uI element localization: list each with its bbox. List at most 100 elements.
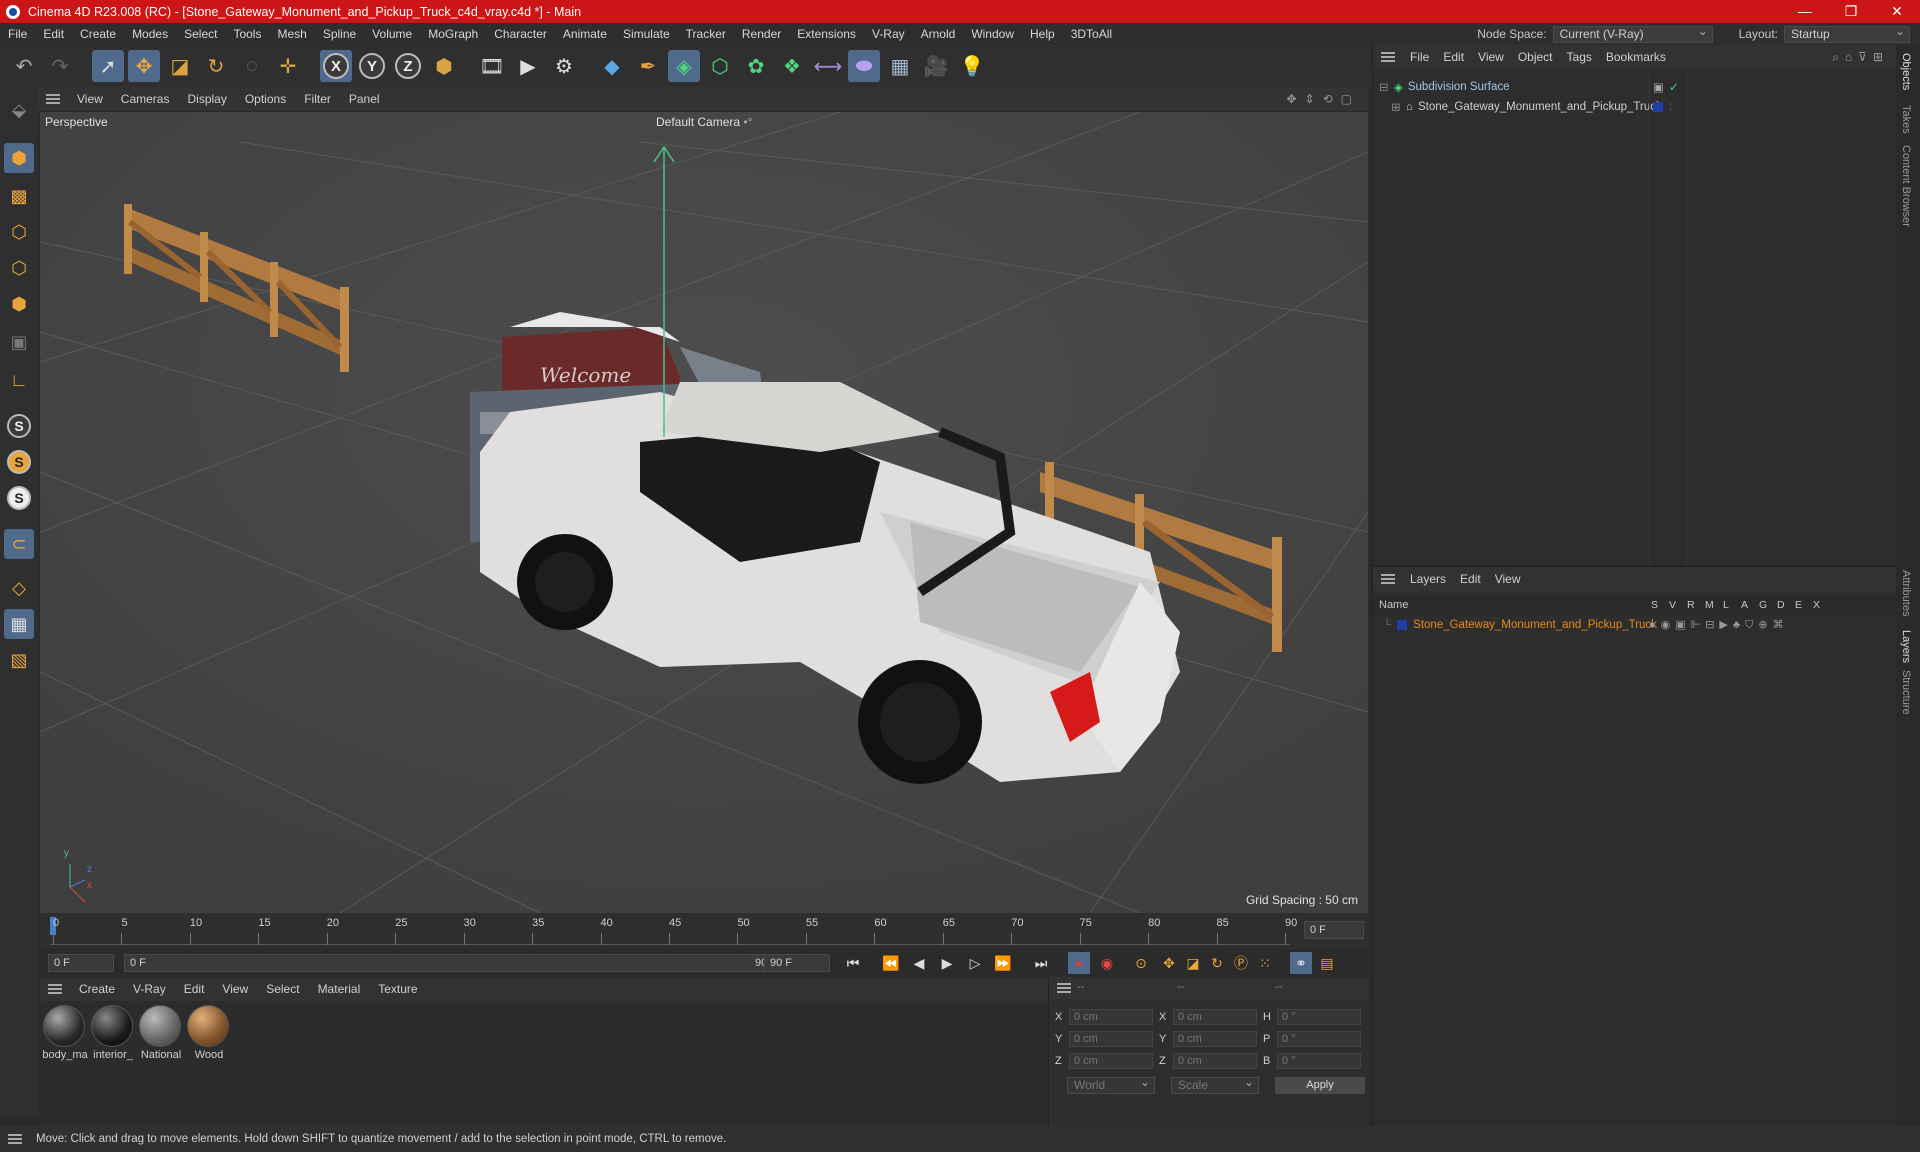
menu-3dtoall[interactable]: 3DToAll bbox=[1063, 27, 1120, 41]
model-mode-icon[interactable]: ⬢ bbox=[4, 143, 34, 173]
layer-toggle-icons[interactable]: ●◉▣⊩⊟▶♣⛉⊕⌘ bbox=[1649, 618, 1789, 632]
tab-layers[interactable]: Layers bbox=[1900, 630, 1912, 663]
menu-help[interactable]: Help bbox=[1022, 27, 1063, 41]
play-icon[interactable]: ▶ bbox=[936, 952, 958, 974]
mograph-icon[interactable]: ❖ bbox=[776, 50, 808, 82]
rotation-p-field[interactable]: 0 ° bbox=[1277, 1031, 1361, 1047]
layer-color-swatch[interactable] bbox=[1397, 620, 1408, 630]
restore-button[interactable]: ❐ bbox=[1828, 3, 1874, 20]
material-menu-edit[interactable]: Edit bbox=[175, 982, 214, 996]
coordinate-system-icon[interactable]: ⬢ bbox=[428, 50, 460, 82]
tab-objects[interactable]: Objects bbox=[1900, 53, 1912, 90]
viewport-menu-icon[interactable] bbox=[46, 94, 60, 104]
viewport-menu-panel[interactable]: Panel bbox=[340, 92, 389, 106]
object-check-icon[interactable]: ✓ bbox=[1669, 80, 1679, 94]
viewport-camera-name[interactable]: Default Camera •° bbox=[656, 115, 752, 129]
object-menu-tags[interactable]: Tags bbox=[1560, 50, 1599, 64]
node-space-dropdown[interactable]: Current (V-Ray) bbox=[1552, 24, 1713, 43]
material-menu-create[interactable]: Create bbox=[70, 982, 124, 996]
transform-tool-icon[interactable]: ✛ bbox=[272, 50, 304, 82]
end-frame-field[interactable]: 90 F bbox=[764, 954, 830, 972]
layer-menu-edit[interactable]: Edit bbox=[1453, 572, 1488, 586]
menu-extensions[interactable]: Extensions bbox=[789, 27, 864, 41]
make-editable-icon[interactable]: ⬙ bbox=[4, 95, 34, 125]
current-frame-field[interactable]: 0 F bbox=[1304, 921, 1364, 939]
uv-mode-icon[interactable]: ▣ bbox=[4, 327, 34, 357]
start-frame-field[interactable]: 0 F bbox=[48, 954, 114, 972]
tab-content-browser[interactable]: Content Browser bbox=[1900, 145, 1912, 227]
size-mode-dropdown[interactable]: Scale bbox=[1171, 1075, 1259, 1094]
workplane-icon[interactable]: ◇ bbox=[4, 573, 34, 603]
key-rotation-icon[interactable]: ↻ bbox=[1206, 952, 1228, 974]
key-pla-icon[interactable]: ⁙ bbox=[1254, 952, 1276, 974]
material-menu-material[interactable]: Material bbox=[309, 982, 370, 996]
object-menu-icon[interactable] bbox=[1381, 52, 1395, 62]
frame-range-slider[interactable]: 0 F 90 F bbox=[124, 954, 784, 972]
menu-create[interactable]: Create bbox=[72, 27, 124, 41]
menu-character[interactable]: Character bbox=[486, 27, 555, 41]
select-tool-icon[interactable]: ➚ bbox=[92, 50, 124, 82]
viewport-menu-display[interactable]: Display bbox=[178, 92, 235, 106]
menu-tools[interactable]: Tools bbox=[225, 27, 269, 41]
render-picture-viewer-icon[interactable]: ▶ bbox=[512, 50, 544, 82]
cube-object-icon[interactable]: ◆ bbox=[596, 50, 628, 82]
deformer-icon[interactable]: ⟷ bbox=[812, 50, 844, 82]
perspective-viewport[interactable]: Welcome Perspective Default Camera •° y … bbox=[40, 112, 1368, 913]
key-parameter-icon[interactable]: Ⓟ bbox=[1230, 952, 1252, 974]
extrude-icon[interactable]: ⬡ bbox=[704, 50, 736, 82]
next-key-icon[interactable]: ⏩ bbox=[992, 952, 1014, 974]
menu-spline[interactable]: Spline bbox=[315, 27, 364, 41]
rotation-b-field[interactable]: 0 ° bbox=[1277, 1053, 1361, 1069]
layer-menu-view[interactable]: View bbox=[1488, 572, 1528, 586]
next-frame-icon[interactable]: ▷ bbox=[964, 952, 986, 974]
z-axis-lock-button[interactable]: Z bbox=[392, 50, 424, 82]
x-axis-lock-button[interactable]: X bbox=[320, 50, 352, 82]
camera-icon[interactable]: 🎥 bbox=[920, 50, 952, 82]
material-menu-view[interactable]: View bbox=[213, 982, 257, 996]
redo-icon[interactable]: ↷ bbox=[44, 50, 76, 82]
menu-arnold[interactable]: Arnold bbox=[913, 27, 964, 41]
menu-volume[interactable]: Volume bbox=[364, 27, 420, 41]
material-swatch[interactable]: Wood bbox=[186, 1005, 230, 1061]
keyframe-selection-icon[interactable]: ⊙ bbox=[1130, 952, 1152, 974]
menu-modes[interactable]: Modes bbox=[124, 27, 176, 41]
object-row-subdivision[interactable]: ⊟ ◈ Subdivision Surface ▣ ✓ bbox=[1373, 77, 1897, 97]
timeline-window-icon[interactable]: ▤ bbox=[1316, 952, 1338, 974]
object-layer-color[interactable] bbox=[1653, 102, 1663, 112]
render-settings-icon[interactable]: ⚙ bbox=[548, 50, 580, 82]
close-button[interactable]: ✕ bbox=[1874, 3, 1920, 20]
material-swatch[interactable]: National bbox=[138, 1005, 182, 1061]
scale-tool-icon[interactable]: ◪ bbox=[164, 50, 196, 82]
record-icon[interactable]: ● bbox=[1068, 952, 1090, 974]
menu-vray[interactable]: V-Ray bbox=[864, 27, 913, 41]
go-to-start-icon[interactable]: ⏮ bbox=[842, 952, 864, 974]
texture-mode-icon[interactable]: ▩ bbox=[4, 181, 34, 211]
object-menu-edit[interactable]: Edit bbox=[1436, 50, 1471, 64]
menu-select[interactable]: Select bbox=[176, 27, 225, 41]
status-menu-icon[interactable] bbox=[8, 1134, 22, 1144]
previous-frame-icon[interactable]: ◀ bbox=[908, 952, 930, 974]
polygon-mode-icon[interactable]: ⬢ bbox=[4, 289, 34, 319]
object-row-truck[interactable]: ⊞ ⌂ Stone_Gateway_Monument_and_Pickup_Tr… bbox=[1373, 97, 1897, 117]
size-y-field[interactable]: 0 cm bbox=[1173, 1031, 1257, 1047]
timeline-ruler[interactable]: 0 5 10 15 20 25 30 35 40 45 50 55 60 65 70 75 80 85 90 0 F bbox=[40, 913, 1368, 949]
move-tool-icon[interactable]: ✥ bbox=[128, 50, 160, 82]
light-icon[interactable]: 💡 bbox=[956, 50, 988, 82]
autokey-icon[interactable]: ◉ bbox=[1096, 952, 1118, 974]
material-menu-icon[interactable] bbox=[48, 984, 62, 994]
go-to-end-icon[interactable]: ⏭ bbox=[1030, 952, 1052, 974]
material-swatch[interactable]: body_ma bbox=[42, 1005, 88, 1061]
layer-menu-icon[interactable] bbox=[1381, 574, 1395, 584]
undo-icon[interactable]: ↶ bbox=[8, 50, 40, 82]
size-z-field[interactable]: 0 cm bbox=[1173, 1053, 1257, 1069]
object-menu-view[interactable]: View bbox=[1471, 50, 1511, 64]
apply-button[interactable]: Apply bbox=[1275, 1077, 1365, 1094]
menu-edit[interactable]: Edit bbox=[35, 27, 72, 41]
material-menu-vray[interactable]: V-Ray bbox=[124, 982, 175, 996]
object-menu-bookmarks[interactable]: Bookmarks bbox=[1599, 50, 1673, 64]
menu-animate[interactable]: Animate bbox=[555, 27, 615, 41]
menu-mograph[interactable]: MoGraph bbox=[420, 27, 486, 41]
coordinate-mode-dropdown[interactable]: World bbox=[1067, 1075, 1155, 1094]
material-menu-select[interactable]: Select bbox=[257, 982, 308, 996]
menu-mesh[interactable]: Mesh bbox=[269, 27, 314, 41]
